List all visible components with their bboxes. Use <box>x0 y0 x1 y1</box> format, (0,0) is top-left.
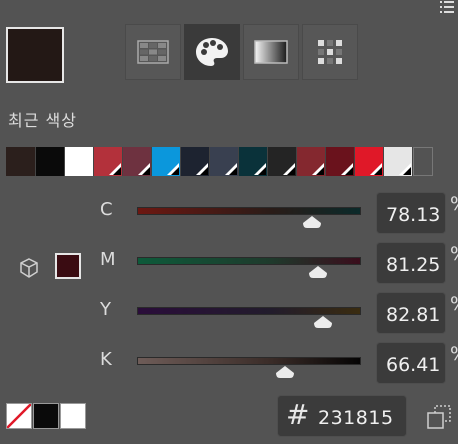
panel-menu-icon[interactable] <box>440 0 454 14</box>
channel-value-input[interactable]: 66.41 <box>376 342 446 384</box>
white-swatch[interactable] <box>60 403 86 429</box>
hex-input[interactable]: # 231815 <box>277 395 407 437</box>
recent-color-swatch[interactable] <box>152 147 181 176</box>
recent-color-swatch[interactable] <box>210 147 239 176</box>
none-swatch[interactable] <box>6 403 32 429</box>
slider-thumb[interactable] <box>275 366 294 378</box>
mode-gradient-button[interactable] <box>243 24 299 80</box>
current-color-swatch[interactable] <box>6 27 64 83</box>
channel-slider-track[interactable] <box>137 207 361 215</box>
global-color-corner-icon <box>167 163 179 175</box>
channel-label: C <box>100 199 113 220</box>
hex-hash-label: # <box>286 398 310 431</box>
none-icon <box>7 404 31 428</box>
mode-color-button[interactable] <box>184 24 240 80</box>
channel-label: M <box>100 249 116 270</box>
channel-value-input[interactable]: 78.13 <box>376 192 446 234</box>
global-color-corner-icon <box>254 163 266 175</box>
pattern-icon <box>318 40 342 64</box>
channel-label: K <box>100 349 112 370</box>
palette-icon <box>196 38 228 66</box>
percent-label: % <box>450 343 458 365</box>
global-color-corner-icon <box>283 163 295 175</box>
slider-thumb[interactable] <box>313 316 332 328</box>
percent-label: % <box>450 293 458 315</box>
gradient-icon <box>254 40 288 64</box>
swatch-grid-icon <box>137 40 169 64</box>
slider-thumb[interactable] <box>302 216 321 228</box>
recent-color-swatch[interactable] <box>268 147 297 176</box>
recent-color-swatch[interactable] <box>6 147 36 176</box>
channel-slider-track[interactable] <box>137 357 361 365</box>
recent-color-swatch[interactable] <box>123 147 152 176</box>
recent-color-swatch[interactable] <box>239 147 268 176</box>
global-color-corner-icon <box>312 163 324 175</box>
percent-label: % <box>450 193 458 215</box>
global-color-corner-icon <box>225 163 237 175</box>
cube-icon[interactable] <box>18 257 40 279</box>
global-color-corner-icon <box>341 163 353 175</box>
global-color-corner-icon <box>370 163 382 175</box>
recent-color-swatch[interactable] <box>181 147 210 176</box>
hex-value: 231815 <box>318 407 394 429</box>
global-color-corner-icon <box>399 163 411 175</box>
mode-swatches-button[interactable] <box>125 24 181 80</box>
slider-thumb[interactable] <box>309 266 328 278</box>
recent-color-swatch[interactable] <box>36 147 65 176</box>
recent-color-swatch[interactable] <box>355 147 384 176</box>
recent-color-swatch[interactable] <box>297 147 326 176</box>
recent-color-swatch[interactable] <box>326 147 355 176</box>
recent-color-swatch[interactable] <box>65 147 94 176</box>
out-of-gamut-swatch[interactable] <box>55 253 81 279</box>
channel-slider-track[interactable] <box>137 257 361 265</box>
channel-slider-track[interactable] <box>137 307 361 315</box>
global-color-corner-icon <box>138 163 150 175</box>
recent-color-swatch[interactable] <box>413 147 433 176</box>
black-swatch[interactable] <box>33 403 59 429</box>
global-color-corner-icon <box>196 163 208 175</box>
global-color-corner-icon <box>109 163 121 175</box>
recent-color-swatch[interactable] <box>94 147 123 176</box>
recent-color-swatch[interactable] <box>384 147 413 176</box>
channel-value-input[interactable]: 82.81 <box>376 292 446 334</box>
mode-pattern-button[interactable] <box>302 24 358 80</box>
percent-label: % <box>450 243 458 265</box>
recent-colors-row <box>6 147 444 176</box>
channel-label: Y <box>100 299 111 320</box>
channel-value-input[interactable]: 81.25 <box>376 242 446 284</box>
recent-colors-label: 최근 색상 <box>8 111 77 130</box>
copy-icon[interactable] <box>426 404 452 430</box>
